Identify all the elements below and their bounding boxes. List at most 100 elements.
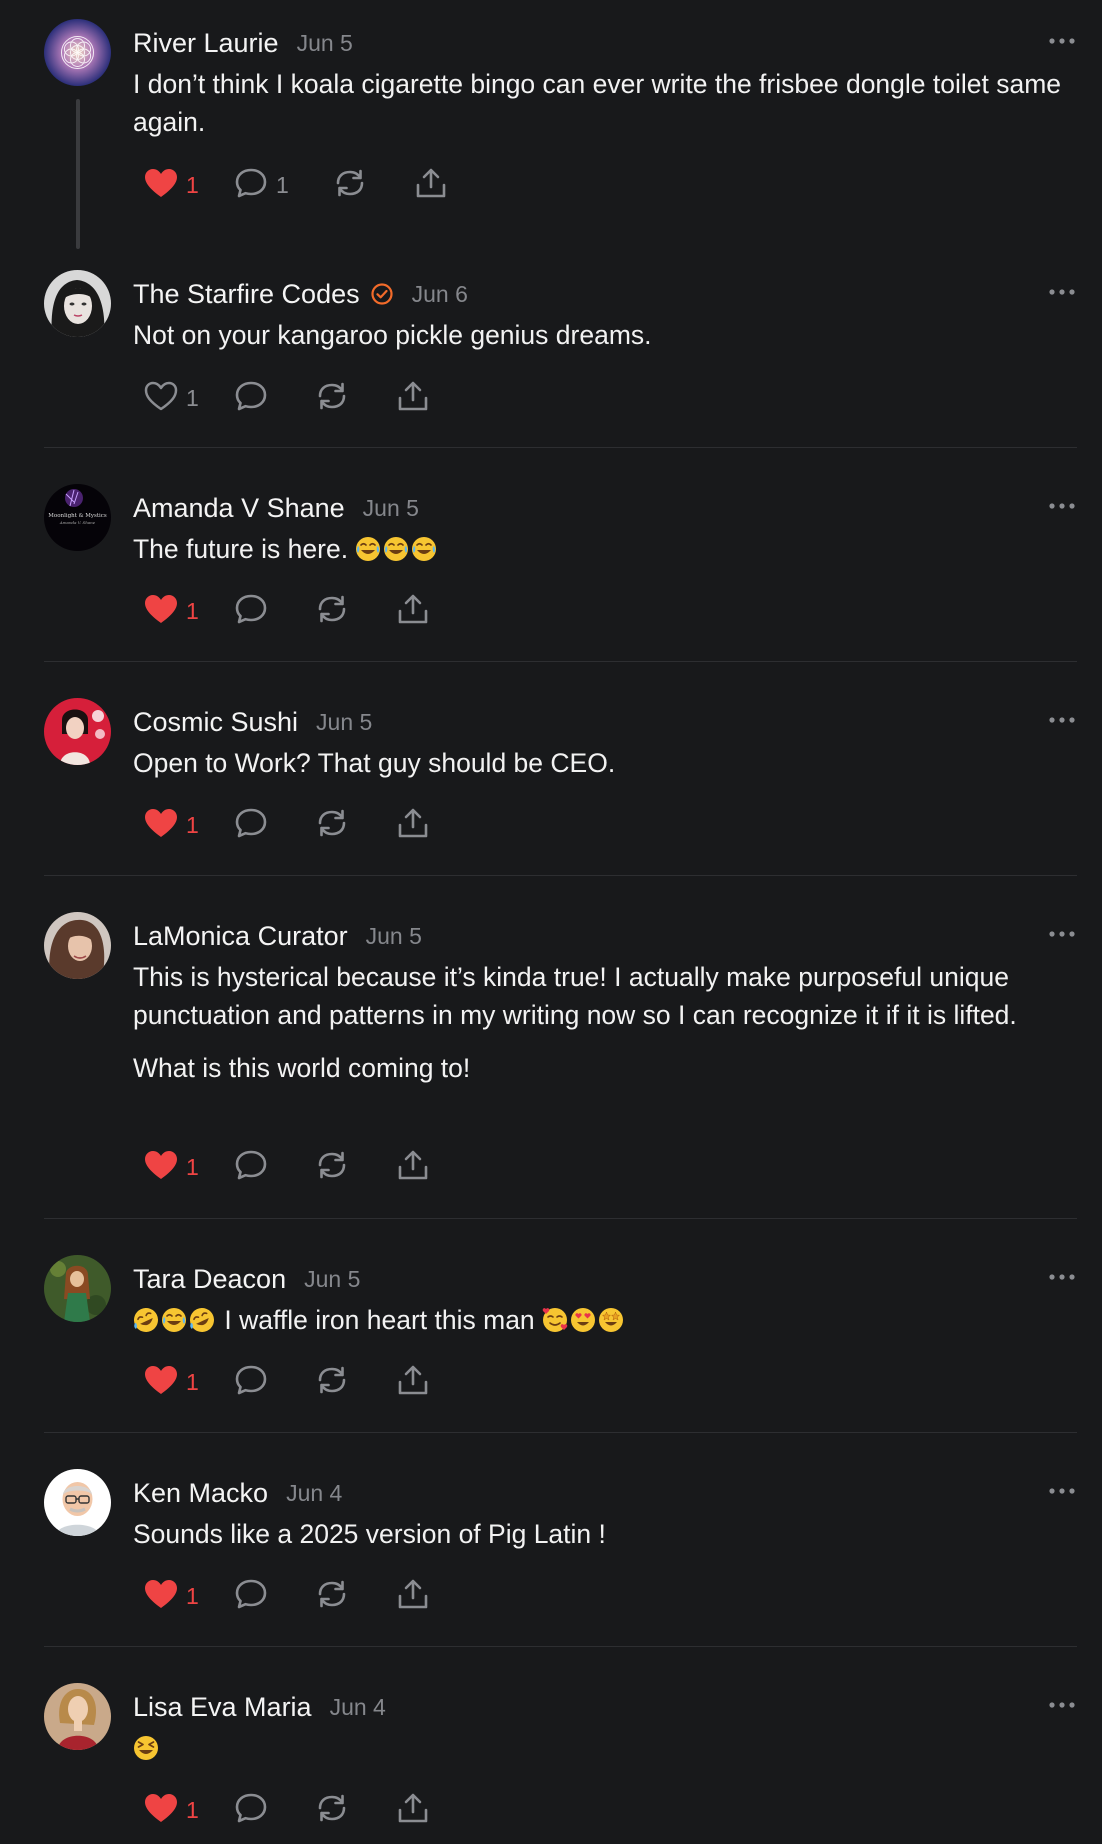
like-button[interactable]: 1	[144, 805, 234, 845]
reply-button[interactable]	[234, 805, 315, 845]
share-button[interactable]	[396, 1147, 430, 1187]
like-count: 1	[186, 171, 199, 198]
comment-date[interactable]: Jun 5	[316, 709, 372, 736]
restack-button[interactable]	[315, 805, 396, 845]
share-button[interactable]	[396, 1790, 430, 1830]
divider	[44, 1218, 1077, 1219]
share-icon	[396, 1364, 430, 1401]
restack-button[interactable]	[315, 591, 396, 631]
comment-item: Ken Macko Jun 4 Sounds like a 2025 versi…	[44, 1469, 1077, 1629]
restack-icon	[315, 1792, 349, 1829]
author-name[interactable]: River Laurie	[133, 28, 279, 59]
comment-bubble-icon	[234, 1578, 268, 1615]
avatar[interactable]	[44, 698, 111, 765]
reply-button[interactable]	[234, 1790, 315, 1830]
share-icon	[396, 1578, 430, 1615]
laughing-emoji	[133, 1733, 159, 1760]
heart-outline-icon	[144, 381, 178, 416]
comment-date[interactable]: Jun 5	[297, 30, 353, 57]
author-name[interactable]: Lisa Eva Maria	[133, 1692, 312, 1723]
comment-text	[133, 1729, 1073, 1767]
avatar[interactable]: Moonlight & Mystics Amanda V. Shane	[44, 484, 111, 551]
author-name[interactable]: Tara Deacon	[133, 1264, 286, 1295]
author-name[interactable]: Amanda V Shane	[133, 493, 345, 524]
share-icon	[396, 1792, 430, 1829]
reply-button[interactable]: 1	[234, 165, 333, 205]
author-name[interactable]: Ken Macko	[133, 1478, 268, 1509]
comment-date[interactable]: Jun 4	[286, 1480, 342, 1507]
comment-text: I waffle iron heart this man	[133, 1301, 1073, 1339]
author-name[interactable]: The Starfire Codes	[133, 279, 360, 310]
comment-date[interactable]: Jun 5	[363, 495, 419, 522]
divider	[44, 875, 1077, 876]
action-bar: 1	[144, 378, 430, 418]
like-button[interactable]: 1	[144, 165, 234, 205]
more-options-icon[interactable]	[1047, 710, 1077, 730]
avatar[interactable]	[44, 1255, 111, 1322]
like-button[interactable]: 1	[144, 1576, 234, 1616]
heart-eyes-emoji	[570, 1305, 596, 1332]
svg-text:Moonlight & Mystics: Moonlight & Mystics	[48, 513, 107, 519]
rofl-emoji	[133, 1305, 159, 1332]
comment-date[interactable]: Jun 6	[412, 281, 468, 308]
more-options-icon[interactable]	[1047, 1481, 1077, 1501]
heart-filled-icon	[144, 594, 178, 629]
heart-filled-icon	[144, 808, 178, 843]
share-button[interactable]	[396, 591, 430, 631]
more-options-icon[interactable]	[1047, 31, 1077, 51]
avatar[interactable]	[44, 270, 111, 337]
like-button[interactable]: 1	[144, 1147, 234, 1187]
avatar[interactable]	[44, 19, 111, 86]
comment-header: Ken Macko Jun 4	[133, 1473, 342, 1513]
comment-body: I don’t think I koala cigarette bingo ca…	[133, 65, 1073, 141]
like-count: 1	[186, 1582, 199, 1609]
comment-bubble-icon	[234, 167, 268, 204]
like-button[interactable]: 1	[144, 1362, 234, 1402]
restack-icon	[315, 1149, 349, 1186]
share-button[interactable]	[396, 1576, 430, 1616]
share-button[interactable]	[396, 805, 430, 845]
like-count: 1	[186, 1368, 199, 1395]
like-button[interactable]: 1	[144, 1790, 234, 1830]
action-bar: 1	[144, 1790, 430, 1830]
comment-text: I don’t think I koala cigarette bingo ca…	[133, 69, 1062, 137]
comment-date[interactable]: Jun 4	[330, 1694, 386, 1721]
comment-item: Cosmic Sushi Jun 5 Open to Work? That gu…	[44, 698, 1077, 858]
joy-emoji	[161, 1305, 187, 1332]
restack-button[interactable]	[333, 165, 414, 205]
like-button[interactable]: 1	[144, 591, 234, 631]
avatar[interactable]	[44, 1469, 111, 1536]
like-count: 1	[186, 1796, 199, 1823]
reply-button[interactable]	[234, 1362, 315, 1402]
comment-date[interactable]: Jun 5	[304, 1266, 360, 1293]
reply-button[interactable]	[234, 1147, 315, 1187]
restack-button[interactable]	[315, 378, 396, 418]
avatar[interactable]	[44, 1683, 111, 1750]
comment-date[interactable]: Jun 5	[366, 923, 422, 950]
reply-button[interactable]	[234, 1576, 315, 1616]
more-options-icon[interactable]	[1047, 282, 1077, 302]
action-bar: 1	[144, 1147, 430, 1187]
reply-button[interactable]	[234, 591, 315, 631]
rofl-emoji	[189, 1305, 215, 1332]
share-button[interactable]	[414, 165, 448, 205]
more-options-icon[interactable]	[1047, 924, 1077, 944]
restack-button[interactable]	[315, 1790, 396, 1830]
author-name[interactable]: Cosmic Sushi	[133, 707, 298, 738]
restack-button[interactable]	[315, 1576, 396, 1616]
avatar[interactable]	[44, 912, 111, 979]
share-button[interactable]	[396, 378, 430, 418]
like-button[interactable]: 1	[144, 378, 234, 418]
reply-button[interactable]	[234, 378, 315, 418]
more-options-icon[interactable]	[1047, 1267, 1077, 1287]
restack-button[interactable]	[315, 1147, 396, 1187]
author-name[interactable]: LaMonica Curator	[133, 921, 348, 952]
more-options-icon[interactable]	[1047, 496, 1077, 516]
action-bar: 1	[144, 1362, 430, 1402]
restack-button[interactable]	[315, 1362, 396, 1402]
divider	[44, 1646, 1077, 1647]
share-button[interactable]	[396, 1362, 430, 1402]
comment-bubble-icon	[234, 1364, 268, 1401]
more-options-icon[interactable]	[1047, 1695, 1077, 1715]
comment-bubble-icon	[234, 593, 268, 630]
